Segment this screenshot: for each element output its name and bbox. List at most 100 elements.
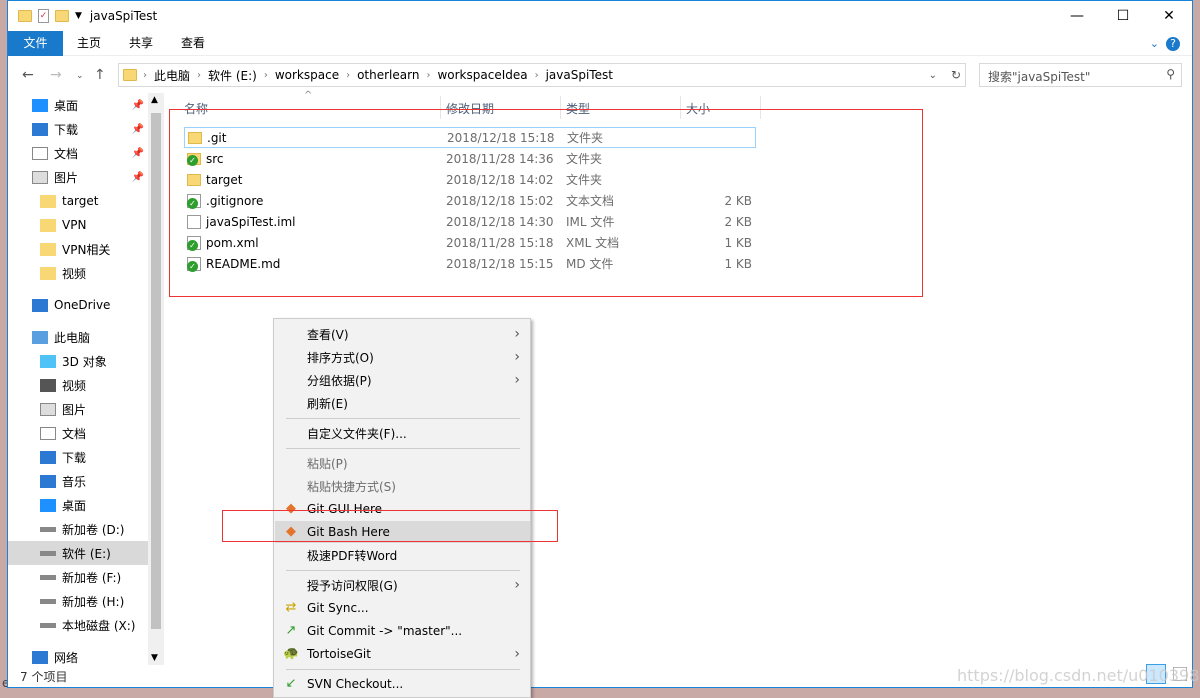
title-bar: ✓ ▼ javaSpiTest — ☐ ✕: [8, 1, 1192, 31]
menu-item-label: TortoiseGit: [307, 647, 371, 661]
breadcrumb-workspaceidea[interactable]: workspaceIdea: [430, 68, 534, 82]
nav-item-label: 网络: [54, 650, 79, 665]
nav-item-label: 桌面: [62, 498, 87, 513]
new-folder-icon[interactable]: [55, 10, 69, 22]
breadcrumb-javaspitest[interactable]: javaSpiTest: [539, 68, 620, 82]
nav-item-label: target: [62, 194, 99, 208]
tab-view[interactable]: 查看: [167, 31, 219, 56]
maximize-button[interactable]: ☐: [1100, 1, 1146, 31]
nav-item[interactable]: target: [8, 189, 148, 213]
drive-icon: [40, 550, 56, 556]
search-input[interactable]: 搜索"javaSpiTest" ⚲: [979, 63, 1182, 87]
nav-item[interactable]: 3D 对象: [8, 349, 148, 373]
breadcrumb-otherlearn[interactable]: otherlearn: [350, 68, 426, 82]
pin-icon[interactable]: 📌: [132, 172, 144, 183]
nav-item-label: 图片: [54, 170, 79, 185]
nav-item[interactable]: 桌面: [8, 493, 148, 517]
menu-item[interactable]: 🐢 TortoiseGit ›: [275, 643, 530, 665]
forward-icon[interactable]: →: [50, 67, 62, 83]
document-icon: [32, 146, 48, 160]
menu-item[interactable]: 授予访问权限(G) ›: [275, 574, 530, 596]
tab-share[interactable]: 共享: [115, 31, 167, 56]
nav-item[interactable]: 新加卷 (H:): [8, 589, 148, 613]
ribbon-expand-icon[interactable]: ⌄: [1150, 37, 1159, 50]
menu-item[interactable]: 自定义文件夹(F)...: [275, 422, 530, 444]
pin-icon[interactable]: 📌: [132, 124, 144, 135]
scroll-down-icon[interactable]: ▼: [151, 653, 158, 663]
submenu-arrow-icon: ›: [514, 577, 520, 593]
customize-dropdown-icon[interactable]: ▼: [75, 11, 82, 21]
nav-item[interactable]: 新加卷 (D:): [8, 517, 148, 541]
nav-item[interactable]: 视频: [8, 373, 148, 397]
nav-item[interactable]: OneDrive: [8, 293, 148, 317]
folder-icon: [40, 242, 56, 256]
folder-icon[interactable]: [18, 10, 32, 22]
nav-item[interactable]: 网络: [8, 645, 148, 669]
nav-item[interactable]: 软件 (E:): [8, 541, 148, 565]
address-dropdown-icon[interactable]: ⌄: [929, 70, 937, 81]
tab-file[interactable]: 文件: [8, 30, 63, 56]
computer-icon: [32, 330, 48, 344]
video-icon: [40, 378, 56, 392]
watermark: https://blog.csdn.net/u010398138: [957, 666, 1200, 685]
sort-ascending-icon: ^: [304, 90, 313, 101]
menu-item-label: 极速PDF转Word: [307, 548, 398, 563]
help-icon[interactable]: ?: [1166, 37, 1180, 51]
nav-item-label: 文档: [62, 426, 87, 441]
menu-item[interactable]: 分组依据(P) ›: [275, 369, 530, 391]
back-icon[interactable]: ←: [22, 67, 34, 83]
menu-item-label: 查看(V): [307, 327, 349, 342]
nav-item[interactable]: 桌面 📌: [8, 93, 148, 117]
nav-item[interactable]: 下载: [8, 445, 148, 469]
breadcrumb-drive-e[interactable]: 软件 (E:): [201, 67, 264, 84]
up-icon[interactable]: ↑: [94, 67, 106, 83]
nav-item[interactable]: 视频: [8, 261, 148, 285]
nav-item-label: OneDrive: [54, 298, 111, 312]
nav-item[interactable]: VPN相关: [8, 237, 148, 261]
refresh-icon[interactable]: ↻: [951, 68, 961, 82]
nav-item[interactable]: 本地磁盘 (X:): [8, 613, 148, 637]
properties-icon[interactable]: ✓: [38, 9, 49, 23]
nav-item-label: 3D 对象: [62, 354, 107, 369]
nav-item[interactable]: 文档 📌: [8, 141, 148, 165]
menu-item[interactable]: 排序方式(O) ›: [275, 346, 530, 368]
breadcrumb-this-pc[interactable]: 此电脑: [147, 67, 197, 84]
menu-item[interactable]: 查看(V) ›: [275, 323, 530, 345]
git-sync-icon: ⇄: [285, 600, 297, 615]
cube-icon: [40, 354, 56, 368]
scroll-up-icon[interactable]: ▲: [151, 95, 158, 105]
nav-item[interactable]: 音乐: [8, 469, 148, 493]
recent-dropdown-icon[interactable]: ⌄: [76, 71, 84, 81]
nav-item-label: VPN相关: [62, 242, 111, 257]
nav-item[interactable]: 文档: [8, 421, 148, 445]
menu-item[interactable]: ↙ SVN Checkout...: [275, 673, 530, 695]
close-button[interactable]: ✕: [1146, 1, 1192, 31]
nav-item[interactable]: 图片: [8, 397, 148, 421]
explorer-window: ✓ ▼ javaSpiTest — ☐ ✕ 文件 主页 共享 查看 ⌄ ? ← …: [7, 0, 1193, 688]
tab-home[interactable]: 主页: [63, 31, 115, 56]
nav-item[interactable]: VPN: [8, 213, 148, 237]
pin-icon[interactable]: 📌: [132, 148, 144, 159]
nav-scrollbar[interactable]: ▲ ▼: [148, 93, 164, 665]
folder-icon: [40, 266, 56, 280]
download-icon: [32, 122, 48, 136]
menu-item[interactable]: ↗ Git Commit -> "master"...: [275, 620, 530, 642]
nav-item[interactable]: 下载 📌: [8, 117, 148, 141]
highlight-box-files: [169, 109, 923, 297]
nav-item[interactable]: 此电脑: [8, 325, 148, 349]
menu-item-label: Git Sync...: [307, 601, 369, 615]
nav-item[interactable]: 新加卷 (F:): [8, 565, 148, 589]
address-bar[interactable]: › 此电脑 › 软件 (E:) › workspace › otherlearn › w…: [118, 63, 966, 87]
pin-icon[interactable]: 📌: [132, 100, 144, 111]
menu-item[interactable]: ⇄ Git Sync...: [275, 597, 530, 619]
scroll-thumb[interactable]: [151, 113, 161, 629]
nav-item[interactable]: 图片 📌: [8, 165, 148, 189]
nav-item-label: 本地磁盘 (X:): [62, 618, 136, 633]
menu-item[interactable]: 刷新(E): [275, 392, 530, 414]
minimize-button[interactable]: —: [1054, 1, 1100, 31]
menu-item[interactable]: 极速PDF转Word: [275, 544, 530, 566]
breadcrumb-workspace[interactable]: workspace: [268, 68, 346, 82]
folder-icon: [40, 218, 56, 232]
svn-checkout-icon: ↙: [285, 676, 297, 691]
drive-icon: [40, 574, 56, 580]
